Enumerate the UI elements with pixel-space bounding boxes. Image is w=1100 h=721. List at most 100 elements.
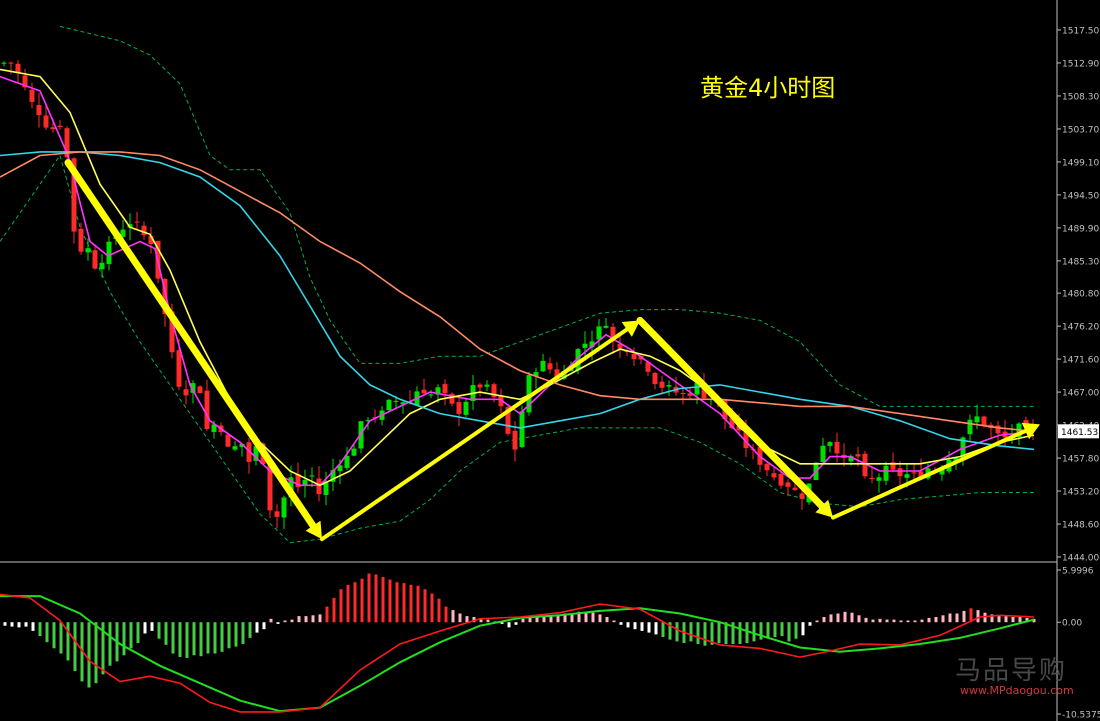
candle-body — [855, 454, 861, 457]
macd-histogram-bar — [794, 622, 798, 639]
candle-body — [57, 125, 63, 127]
macd-histogram-bar — [787, 622, 791, 642]
candle-body — [596, 326, 602, 340]
macd-histogram-bar — [143, 622, 147, 634]
macd-histogram-bar — [276, 622, 280, 624]
macd-histogram-bar — [290, 619, 294, 623]
macd-histogram-bar — [913, 620, 917, 623]
macd-histogram-bar — [367, 573, 371, 623]
macd-histogram-bar — [304, 616, 308, 623]
chart-title: 黄金4小时图 — [700, 74, 836, 102]
macd-histogram-bar — [73, 622, 77, 671]
macd-histogram-bar — [353, 582, 357, 623]
macd-histogram-bar — [206, 622, 210, 654]
candle-body — [344, 455, 350, 468]
macd-histogram-bar — [675, 622, 679, 642]
macd-histogram-bar — [220, 622, 224, 652]
macd-axis-tick-label: -10.5375 — [1062, 711, 1100, 721]
macd-histogram-bar — [822, 617, 826, 623]
axis-tick-label: 1503.70 — [1062, 125, 1099, 135]
macd-histogram-bar — [381, 577, 385, 623]
candle-body — [8, 62, 14, 64]
macd-histogram-bar — [703, 622, 707, 646]
axis-tick-label: 1499.10 — [1062, 158, 1099, 168]
macd-histogram-bar — [962, 610, 966, 623]
macd-histogram-bar — [150, 622, 154, 631]
macd-histogram-bar — [262, 622, 266, 630]
candle-body — [792, 487, 798, 490]
axis-tick-label: 1448.60 — [1062, 521, 1099, 531]
macd-histogram-bar — [297, 616, 301, 623]
candle-body — [981, 416, 987, 426]
candle-body — [631, 353, 637, 360]
candle-body — [85, 248, 91, 253]
candle-body — [316, 478, 322, 495]
watermark-logo-text: 马品导购 — [955, 656, 1068, 686]
macd-histogram-bar — [171, 622, 175, 654]
macd-histogram-bar — [59, 622, 63, 654]
candle-body — [547, 363, 553, 370]
candle-body — [351, 448, 357, 456]
macd-histogram-bar — [227, 622, 231, 649]
candle-body — [883, 465, 889, 481]
candle-body — [799, 493, 805, 499]
macd-histogram-bar — [808, 622, 812, 626]
macd-histogram-bar — [906, 620, 910, 623]
macd-histogram-bar — [885, 619, 889, 623]
macd-histogram-bar — [605, 617, 609, 623]
candle-body — [666, 385, 672, 387]
macd-histogram-bar — [633, 622, 637, 630]
macd-histogram-bar — [486, 619, 490, 623]
axis-tick-label: 1444.00 — [1062, 554, 1099, 564]
macd-histogram-bar — [38, 622, 42, 637]
watermark-logo: 马品导购 — [955, 650, 1067, 687]
macd-histogram-bar — [346, 584, 350, 623]
macd-histogram-bar — [479, 619, 483, 623]
macd-histogram-bar — [185, 622, 189, 658]
macd-histogram-bar — [360, 578, 364, 623]
candle-body — [477, 384, 483, 388]
candle-body — [99, 262, 105, 270]
candle-body — [393, 400, 399, 402]
macd-histogram-bar — [458, 613, 462, 623]
axis-tick-label: 1457.80 — [1062, 455, 1099, 465]
candle-body — [785, 482, 791, 487]
macd-histogram-bar — [941, 615, 945, 623]
macd-histogram-bar — [717, 622, 721, 644]
candle-body — [771, 473, 777, 478]
candle-body — [967, 419, 973, 435]
macd-histogram-bar — [976, 610, 980, 623]
candle-body — [659, 381, 665, 388]
macd-histogram-bar — [1018, 617, 1022, 623]
candle-body — [309, 475, 315, 477]
candle-body — [176, 350, 182, 387]
macd-histogram-bar — [283, 620, 287, 623]
candle-body — [680, 393, 686, 394]
candle-body — [603, 325, 609, 328]
macd-histogram-bar — [612, 620, 616, 623]
macd-histogram-bar — [738, 622, 742, 644]
candle-body — [512, 430, 518, 450]
macd-histogram-bar — [402, 583, 406, 623]
candle-body — [197, 386, 203, 393]
macd-histogram-bar — [52, 622, 56, 649]
macd-histogram-bar — [409, 584, 413, 623]
candle-body — [281, 497, 287, 518]
macd-histogram-bar — [927, 617, 931, 623]
macd-histogram-bar — [780, 622, 784, 637]
candle-body — [141, 225, 147, 236]
candle-body — [232, 446, 238, 450]
macd-histogram-bar — [157, 622, 161, 639]
candle-body — [974, 416, 980, 423]
macd-histogram-bar — [311, 615, 315, 623]
macd-histogram-bar — [815, 620, 819, 623]
macd-histogram-bar — [66, 622, 70, 661]
axis-tick-label: 1508.30 — [1062, 92, 1099, 102]
candle-body — [904, 474, 910, 478]
candle-body — [484, 384, 490, 387]
macd-histogram-bar — [87, 622, 91, 688]
macd-histogram-bar — [388, 579, 392, 623]
macd-histogram-bar — [241, 622, 245, 644]
macd-histogram-bar — [801, 622, 805, 636]
macd-histogram-bar — [507, 622, 511, 628]
